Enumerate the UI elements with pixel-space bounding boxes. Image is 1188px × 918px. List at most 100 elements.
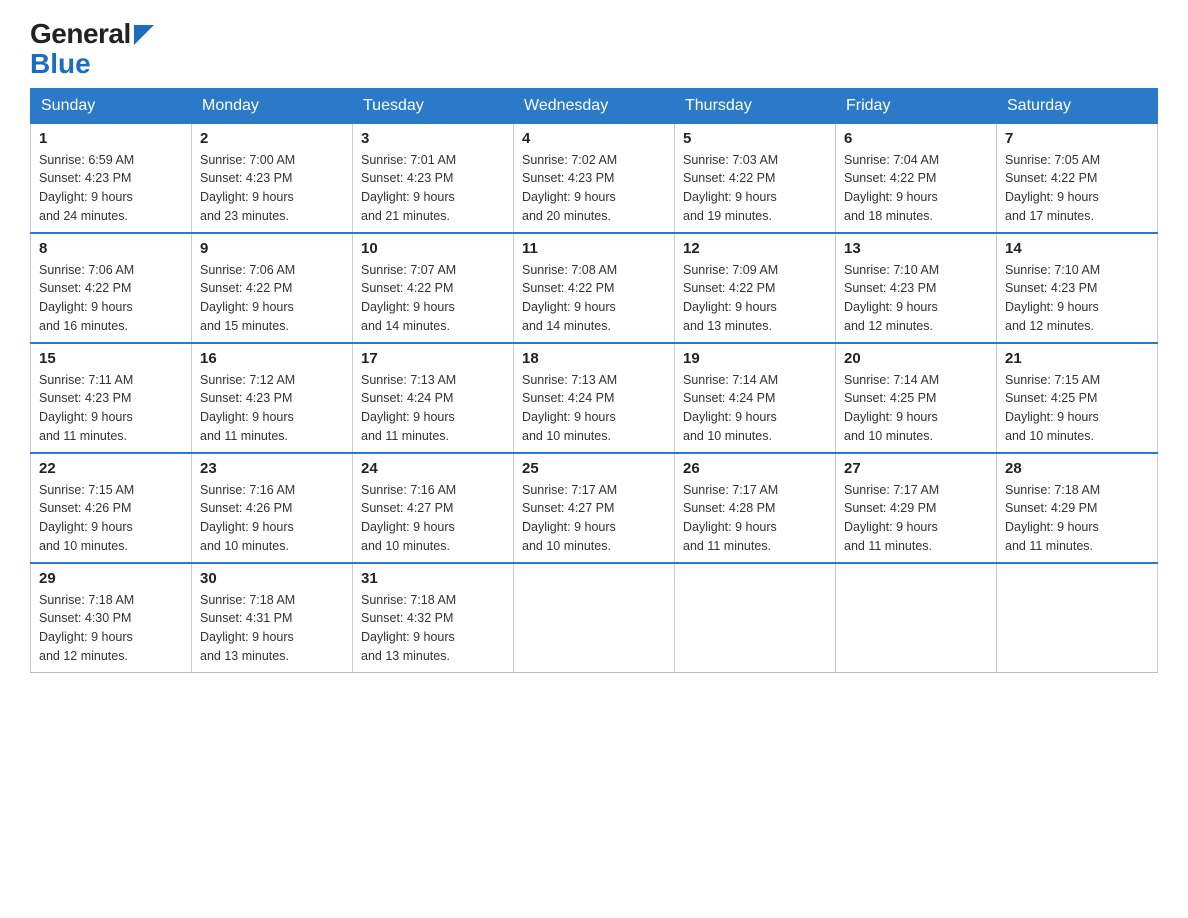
day-info: Sunrise: 7:16 AMSunset: 4:26 PMDaylight:… — [200, 481, 344, 556]
calendar-cell: 28 Sunrise: 7:18 AMSunset: 4:29 PMDayligh… — [997, 453, 1158, 563]
weekday-header-thursday: Thursday — [675, 88, 836, 123]
calendar-cell — [514, 563, 675, 673]
day-info: Sunrise: 7:02 AMSunset: 4:23 PMDaylight:… — [522, 151, 666, 226]
day-info: Sunrise: 7:17 AMSunset: 4:27 PMDaylight:… — [522, 481, 666, 556]
day-number: 28 — [1005, 460, 1149, 477]
page-header: General Blue — [30, 20, 1158, 78]
calendar-cell: 3Sunrise: 7:01 AMSunset: 4:23 PMDaylight… — [353, 123, 514, 233]
calendar-cell: 8 Sunrise: 7:06 AMSunset: 4:22 PMDaylight… — [31, 233, 192, 343]
day-number: 9 — [200, 240, 344, 257]
day-info: Sunrise: 7:18 AMSunset: 4:31 PMDaylight:… — [200, 591, 344, 666]
logo-general: General — [30, 20, 154, 50]
day-info: Sunrise: 7:00 AMSunset: 4:23 PMDaylight:… — [200, 151, 344, 226]
day-info: Sunrise: 7:08 AMSunset: 4:22 PMDaylight:… — [522, 261, 666, 336]
calendar-cell: 9 Sunrise: 7:06 AMSunset: 4:22 PMDaylight… — [192, 233, 353, 343]
calendar-header-row: SundayMondayTuesdayWednesdayThursdayFrid… — [31, 88, 1158, 123]
calendar-cell: 12 Sunrise: 7:09 AMSunset: 4:22 PMDayligh… — [675, 233, 836, 343]
calendar-cell: 7 Sunrise: 7:05 AMSunset: 4:22 PMDaylight… — [997, 123, 1158, 233]
day-number: 8 — [39, 240, 183, 257]
calendar-cell: 31 Sunrise: 7:18 AMSunset: 4:32 PMDayligh… — [353, 563, 514, 673]
calendar-week-row: 1 Sunrise: 6:59 AMSunset: 4:23 PMDaylight… — [31, 123, 1158, 233]
calendar-cell: 10 Sunrise: 7:07 AMSunset: 4:22 PMDayligh… — [353, 233, 514, 343]
day-number: 15 — [39, 350, 183, 367]
calendar-cell: 1 Sunrise: 6:59 AMSunset: 4:23 PMDaylight… — [31, 123, 192, 233]
day-info: Sunrise: 7:14 AMSunset: 4:24 PMDaylight:… — [683, 371, 827, 446]
calendar-cell — [997, 563, 1158, 673]
day-number: 29 — [39, 570, 183, 587]
logo-blue: Blue — [30, 50, 91, 78]
day-info: Sunrise: 7:03 AMSunset: 4:22 PMDaylight:… — [683, 151, 827, 226]
day-info: Sunrise: 7:09 AMSunset: 4:22 PMDaylight:… — [683, 261, 827, 336]
day-info: Sunrise: 7:18 AMSunset: 4:32 PMDaylight:… — [361, 591, 505, 666]
day-info: Sunrise: 7:15 AMSunset: 4:25 PMDaylight:… — [1005, 371, 1149, 446]
calendar-cell: 16 Sunrise: 7:12 AMSunset: 4:23 PMDayligh… — [192, 343, 353, 453]
calendar-week-row: 15 Sunrise: 7:11 AMSunset: 4:23 PMDayligh… — [31, 343, 1158, 453]
calendar-cell: 17 Sunrise: 7:13 AMSunset: 4:24 PMDayligh… — [353, 343, 514, 453]
day-info: Sunrise: 7:07 AMSunset: 4:22 PMDaylight:… — [361, 261, 505, 336]
day-info: Sunrise: 7:06 AMSunset: 4:22 PMDaylight:… — [200, 261, 344, 336]
day-info: Sunrise: 7:15 AMSunset: 4:26 PMDaylight:… — [39, 481, 183, 556]
weekday-header-wednesday: Wednesday — [514, 88, 675, 123]
day-info: Sunrise: 7:13 AMSunset: 4:24 PMDaylight:… — [361, 371, 505, 446]
day-info: Sunrise: 7:10 AMSunset: 4:23 PMDaylight:… — [844, 261, 988, 336]
day-number: 7 — [1005, 130, 1149, 147]
day-number: 14 — [1005, 240, 1149, 257]
calendar-cell — [675, 563, 836, 673]
day-info: Sunrise: 7:18 AMSunset: 4:30 PMDaylight:… — [39, 591, 183, 666]
day-info: Sunrise: 7:04 AMSunset: 4:22 PMDaylight:… — [844, 151, 988, 226]
day-number: 6 — [844, 130, 988, 147]
day-info: Sunrise: 7:10 AMSunset: 4:23 PMDaylight:… — [1005, 261, 1149, 336]
calendar-cell: 23 Sunrise: 7:16 AMSunset: 4:26 PMDayligh… — [192, 453, 353, 563]
day-number: 20 — [844, 350, 988, 367]
calendar-cell: 11 Sunrise: 7:08 AMSunset: 4:22 PMDayligh… — [514, 233, 675, 343]
calendar-week-row: 22Sunrise: 7:15 AMSunset: 4:26 PMDayligh… — [31, 453, 1158, 563]
day-info: Sunrise: 7:12 AMSunset: 4:23 PMDaylight:… — [200, 371, 344, 446]
calendar-cell: 4Sunrise: 7:02 AMSunset: 4:23 PMDaylight… — [514, 123, 675, 233]
day-info: Sunrise: 6:59 AMSunset: 4:23 PMDaylight:… — [39, 151, 183, 226]
calendar-cell: 19 Sunrise: 7:14 AMSunset: 4:24 PMDayligh… — [675, 343, 836, 453]
weekday-header-sunday: Sunday — [31, 88, 192, 123]
day-info: Sunrise: 7:13 AMSunset: 4:24 PMDaylight:… — [522, 371, 666, 446]
day-number: 1 — [39, 130, 183, 147]
day-info: Sunrise: 7:18 AMSunset: 4:29 PMDaylight:… — [1005, 481, 1149, 556]
calendar-cell: 27Sunrise: 7:17 AMSunset: 4:29 PMDayligh… — [836, 453, 997, 563]
day-number: 31 — [361, 570, 505, 587]
day-number: 5 — [683, 130, 827, 147]
calendar-cell: 13 Sunrise: 7:10 AMSunset: 4:23 PMDayligh… — [836, 233, 997, 343]
day-number: 18 — [522, 350, 666, 367]
day-number: 23 — [200, 460, 344, 477]
day-number: 12 — [683, 240, 827, 257]
day-info: Sunrise: 7:05 AMSunset: 4:22 PMDaylight:… — [1005, 151, 1149, 226]
weekday-header-saturday: Saturday — [997, 88, 1158, 123]
day-info: Sunrise: 7:11 AMSunset: 4:23 PMDaylight:… — [39, 371, 183, 446]
day-number: 2 — [200, 130, 344, 147]
calendar-cell: 20 Sunrise: 7:14 AMSunset: 4:25 PMDayligh… — [836, 343, 997, 453]
day-info: Sunrise: 7:14 AMSunset: 4:25 PMDaylight:… — [844, 371, 988, 446]
day-number: 24 — [361, 460, 505, 477]
day-number: 11 — [522, 240, 666, 257]
logo-arrow-icon — [134, 25, 154, 45]
day-info: Sunrise: 7:06 AMSunset: 4:22 PMDaylight:… — [39, 261, 183, 336]
calendar-table: SundayMondayTuesdayWednesdayThursdayFrid… — [30, 88, 1158, 673]
calendar-cell: 2 Sunrise: 7:00 AMSunset: 4:23 PMDaylight… — [192, 123, 353, 233]
day-number: 16 — [200, 350, 344, 367]
day-number: 10 — [361, 240, 505, 257]
day-number: 19 — [683, 350, 827, 367]
day-number: 26 — [683, 460, 827, 477]
calendar-cell: 18 Sunrise: 7:13 AMSunset: 4:24 PMDayligh… — [514, 343, 675, 453]
day-number: 13 — [844, 240, 988, 257]
calendar-cell: 21 Sunrise: 7:15 AMSunset: 4:25 PMDayligh… — [997, 343, 1158, 453]
calendar-cell — [836, 563, 997, 673]
day-number: 25 — [522, 460, 666, 477]
day-info: Sunrise: 7:01 AMSunset: 4:23 PMDaylight:… — [361, 151, 505, 226]
calendar-week-row: 29 Sunrise: 7:18 AMSunset: 4:30 PMDayligh… — [31, 563, 1158, 673]
calendar-cell: 29 Sunrise: 7:18 AMSunset: 4:30 PMDayligh… — [31, 563, 192, 673]
calendar-week-row: 8 Sunrise: 7:06 AMSunset: 4:22 PMDaylight… — [31, 233, 1158, 343]
day-info: Sunrise: 7:17 AMSunset: 4:28 PMDaylight:… — [683, 481, 827, 556]
day-number: 30 — [200, 570, 344, 587]
weekday-header-tuesday: Tuesday — [353, 88, 514, 123]
day-number: 17 — [361, 350, 505, 367]
day-number: 21 — [1005, 350, 1149, 367]
day-info: Sunrise: 7:17 AMSunset: 4:29 PMDaylight:… — [844, 481, 988, 556]
calendar-cell: 25 Sunrise: 7:17 AMSunset: 4:27 PMDayligh… — [514, 453, 675, 563]
